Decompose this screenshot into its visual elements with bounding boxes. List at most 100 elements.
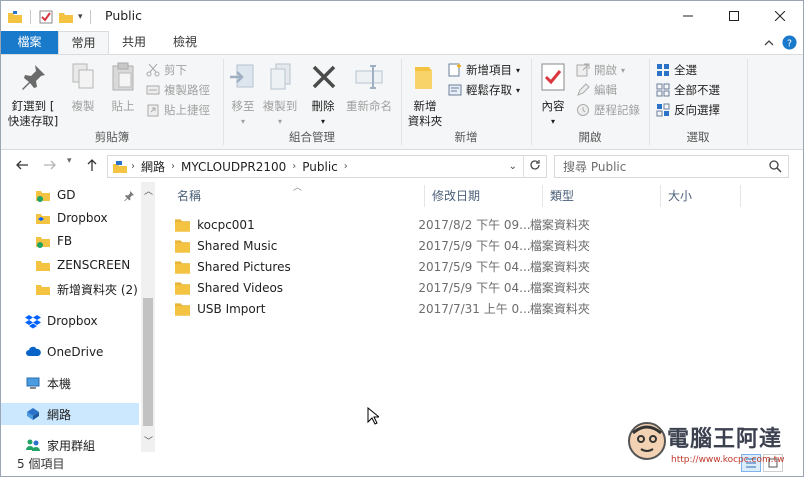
properties-button[interactable]: 內容 ▾	[534, 61, 572, 129]
select-all-button[interactable]: 全選	[656, 61, 697, 79]
up-button[interactable]	[85, 158, 99, 176]
back-button[interactable]	[15, 158, 29, 176]
nav-item-fb[interactable]: FB	[1, 230, 139, 252]
watermark-face-logo	[628, 422, 666, 460]
copy-to-label: 複製到	[262, 99, 298, 113]
tab-home[interactable]: 常用	[58, 31, 109, 55]
address-bar[interactable]: › 網路 › MYCLOUDPR2100 › Public › ⌄	[107, 155, 547, 178]
new-item-button[interactable]: 新增項目 ▾	[448, 61, 520, 79]
pin-icon	[22, 65, 45, 90]
close-button[interactable]	[757, 1, 803, 31]
cut-label: 剪下	[164, 63, 187, 77]
scroll-up-icon[interactable]: ︿	[144, 184, 153, 197]
folder-icon	[175, 302, 191, 316]
file-row[interactable]: USB Import 2017/7/31 上午 0... 檔案資料夾	[175, 298, 615, 319]
file-row[interactable]: Shared Pictures 2017/5/9 下午 04... 檔案資料夾	[175, 256, 615, 277]
copy-path-button[interactable]: 複製路徑	[146, 81, 210, 99]
edit-button[interactable]: 編輯	[576, 81, 617, 99]
tab-share[interactable]: 共用	[111, 31, 157, 54]
new-folder-label-1: 新增	[413, 99, 437, 113]
nav-pane-scrollbar[interactable]: ︿ ﹀	[141, 182, 155, 452]
refresh-button[interactable]	[524, 159, 546, 174]
nav-item-gd[interactable]: GD	[1, 184, 139, 206]
column-header-date[interactable]: 修改日期	[424, 182, 542, 210]
cut-button[interactable]: 剪下	[146, 61, 187, 79]
nav-pane-scroll-thumb[interactable]	[143, 298, 153, 426]
recent-locations-button[interactable]: ▾	[67, 156, 72, 166]
computer-icon	[26, 377, 40, 389]
nav-item-network[interactable]: 網路	[1, 403, 139, 425]
file-name: USB Import	[197, 301, 266, 316]
nav-item-zenscreen[interactable]: ZENSCREEN	[1, 254, 139, 276]
tab-file[interactable]: 檔案	[1, 31, 58, 54]
nav-item-this-pc[interactable]: 本機	[1, 372, 139, 394]
nav-item-onedrive[interactable]: OneDrive	[1, 341, 139, 363]
nav-item-dropbox-folder[interactable]: Dropbox	[1, 207, 139, 229]
nav-item-dropbox[interactable]: Dropbox	[1, 310, 139, 332]
breadcrumb-network[interactable]: 網路	[138, 158, 168, 175]
file-name: Shared Pictures	[197, 259, 291, 274]
delete-button[interactable]: 刪除 ▾	[308, 61, 338, 129]
open-label: 開啟	[594, 63, 617, 77]
open-button[interactable]: 開啟 ▾	[576, 61, 625, 79]
history-button[interactable]: 歷程記錄	[576, 101, 640, 119]
column-header-size[interactable]: 大小	[660, 182, 740, 210]
maximize-button[interactable]	[711, 1, 757, 31]
pin-icon	[124, 190, 134, 201]
file-row[interactable]: Shared Videos 2017/5/9 下午 04... 檔案資料夾	[175, 277, 615, 298]
breadcrumb-public[interactable]: Public	[299, 160, 341, 174]
column-separator[interactable]	[740, 185, 741, 207]
file-date: 2017/7/31 上午 0...	[418, 302, 530, 316]
select-none-button[interactable]: 全部不選	[656, 81, 720, 99]
move-to-dropdown-icon: ▾	[240, 117, 245, 126]
copy-label: 複製	[71, 99, 95, 113]
paste-button[interactable]: 貼上	[105, 61, 141, 114]
search-box[interactable]: 搜尋 Public	[554, 155, 789, 178]
paste-shortcut-button[interactable]: 貼上捷徑	[146, 101, 210, 119]
copy-button[interactable]: 複製	[65, 61, 101, 114]
folder-icon	[175, 218, 191, 232]
forward-button[interactable]	[43, 158, 57, 176]
minimize-button[interactable]	[665, 1, 711, 31]
copy-to-icon	[270, 63, 291, 90]
properties-label: 內容	[541, 99, 565, 113]
watermark-text: 電腦王阿達	[667, 427, 783, 452]
rename-button[interactable]: 重新命名	[344, 61, 394, 114]
folder-pinned-icon	[36, 191, 50, 202]
select-all-label: 全選	[674, 63, 697, 77]
move-to-button[interactable]: 移至 ▾	[226, 61, 260, 129]
new-folder-button[interactable]: 新增 資料夾	[404, 61, 446, 129]
nav-item-new-folder-2[interactable]: 新增資料夾 (2)	[1, 278, 139, 300]
pin-quick-access-button[interactable]: 釘選到 [ 快速存取]	[5, 61, 61, 129]
nav-item-label: 家用群組	[47, 438, 96, 453]
up-arrow-icon	[87, 159, 97, 171]
nav-item-homegroup[interactable]: 家用群組	[1, 434, 139, 452]
address-history-dropdown[interactable]: ⌄	[509, 161, 523, 172]
copy-icon	[72, 63, 94, 89]
file-row[interactable]: kocpc001 2017/8/2 下午 09... 檔案資料夾	[175, 214, 615, 235]
item-count: 5 個項目	[17, 457, 65, 471]
tab-view[interactable]: 檢視	[161, 31, 209, 54]
help-icon[interactable]: ?	[782, 35, 797, 50]
invert-selection-button[interactable]: 反向選擇	[656, 101, 720, 119]
breadcrumb-device[interactable]: MYCLOUDPR2100	[178, 160, 289, 174]
folder-icon	[36, 285, 50, 295]
copy-to-button[interactable]: 複製到 ▾	[262, 61, 298, 129]
collapse-ribbon-icon[interactable]	[764, 39, 774, 47]
column-header-type[interactable]: 類型	[542, 182, 660, 210]
ribbon-right-controls: ?	[764, 35, 797, 50]
qat-dropdown-icon[interactable]: ▾	[78, 12, 83, 22]
new-folder-qat-icon[interactable]	[58, 9, 74, 25]
title-bar: ▾ Public	[1, 1, 803, 31]
breadcrumb-separator: ›	[292, 161, 297, 172]
paste-shortcut-label: 貼上捷徑	[164, 103, 210, 117]
properties-qat-icon[interactable]	[38, 9, 54, 25]
file-row[interactable]: Shared Music 2017/5/9 下午 04... 檔案資料夾	[175, 235, 615, 256]
group-organize: 移至 ▾ 複製到 ▾ 刪除 ▾ 重新命名 組合管理	[224, 55, 400, 149]
new-item-dropdown-icon: ▾	[516, 65, 521, 75]
group-open: 內容 ▾ 開啟 ▾ 編輯 歷程記錄 開啟	[532, 55, 648, 149]
scroll-down-icon[interactable]: ﹀	[144, 434, 153, 447]
ribbon: 釘選到 [ 快速存取] 複製 貼上 剪下 複製路徑 貼上捷徑 剪貼簿 移至 ▾ …	[1, 54, 803, 150]
column-header-name[interactable]: 名稱	[169, 182, 424, 210]
easy-access-button[interactable]: 輕鬆存取 ▾	[448, 81, 520, 99]
